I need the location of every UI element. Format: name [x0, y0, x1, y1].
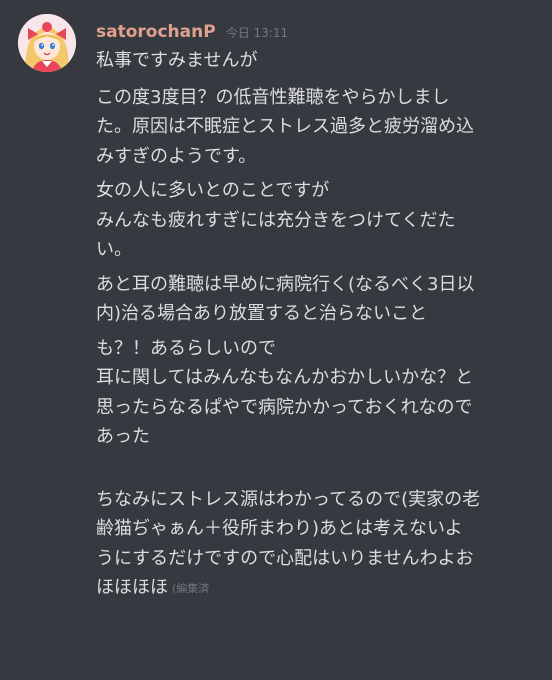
message-line: た。原因は不眠症とストレス過多と疲労溜め込	[96, 116, 474, 137]
message-line: 齢猫ぢゃぁん＋役所まわり)あとは考えないよ	[96, 518, 463, 539]
message-line: あと耳の難聴は早めに病院行く(なるべく3日以	[96, 273, 475, 295]
message-line: 耳に関してはみんなもなんかおかしいかな？と	[96, 367, 474, 388]
message-header: satorochanP 今日 13:11	[96, 22, 288, 44]
chat-message: satorochanP 今日 13:11 私事ですみませんが この度3度目？の低…	[0, 0, 552, 680]
message-content: 私事ですみませんが この度3度目？の低音性難聴をやらかしまし た。原因は不眠症と…	[96, 46, 546, 603]
message-line: みすぎのようです。	[96, 145, 257, 167]
timestamp: 今日 13:11	[225, 26, 289, 40]
message-line: 思ったらなるぱやで病院かかっておくれなので	[96, 396, 473, 418]
anime-girl-avatar-icon	[18, 14, 76, 72]
message-line: うにするだけですので心配はいりませんわよお	[96, 547, 474, 569]
message-line: みんなも疲れすぎには充分きをつけてくだた	[96, 209, 456, 231]
user-avatar[interactable]	[18, 14, 76, 72]
message-line: ちなみにストレス源はわかってるので(実家の老	[96, 488, 481, 510]
message-line: 女の人に多いとのことですが	[96, 180, 330, 201]
username[interactable]: satorochanP	[96, 22, 216, 42]
message-line: 私事ですみませんが	[96, 50, 258, 71]
edited-label: (編集済	[172, 582, 210, 595]
message-line: も？！あるらしいので	[96, 337, 276, 359]
message-line: この度3度目？の低音性難聴をやらかしまし	[96, 86, 450, 108]
message-line: 内)治る場合あり放置すると治らないこと	[96, 303, 428, 324]
message-line-last: ほほほほ (編集済	[96, 573, 546, 603]
message-line: い。	[96, 239, 132, 260]
message-line-text: ほほほほ	[96, 577, 168, 598]
message-line: あった	[96, 426, 150, 447]
